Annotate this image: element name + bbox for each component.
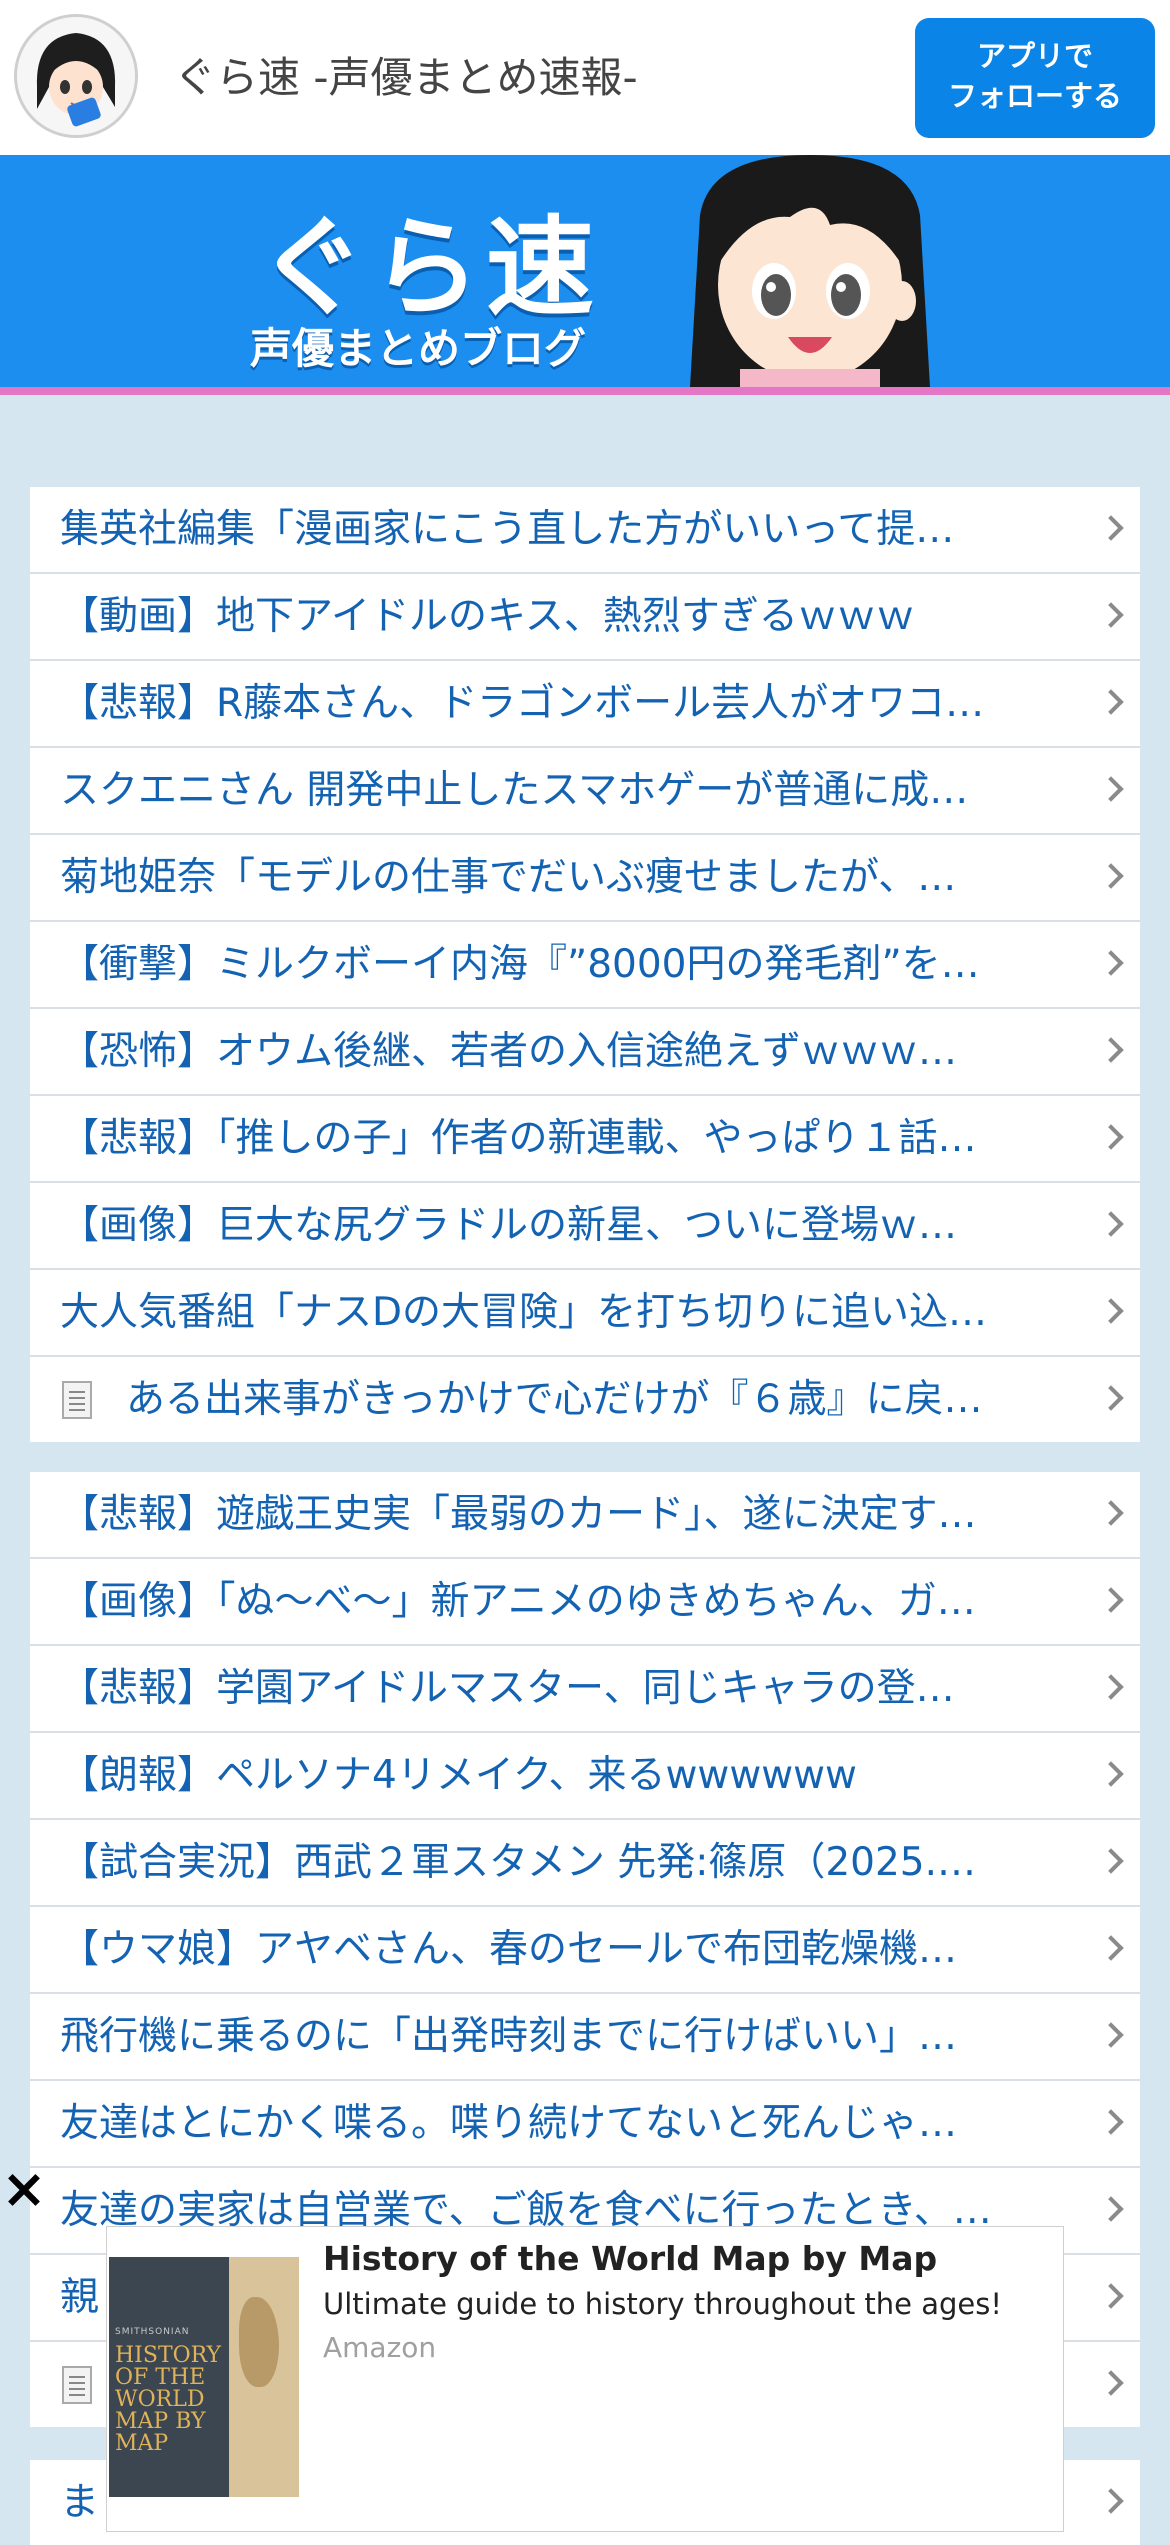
chevron-right-icon: [1098, 1674, 1124, 1700]
list-item[interactable]: 【悲報】「推しの子」作者の新連載、やっぱり１話…: [30, 1096, 1140, 1183]
document-icon: [62, 2366, 92, 2404]
list-item[interactable]: 【ウマ娘】アヤベさん、春のセールで布団乾燥機…: [30, 1907, 1140, 1994]
article-link[interactable]: 【悲報】R藤本さん、ドラゴンボール芸人がオワコ…: [60, 661, 1080, 746]
article-link[interactable]: 【衝撃】ミルクボーイ内海『”8000円の発毛剤”を…: [60, 922, 1080, 1007]
article-link[interactable]: スクエニさん 開発中止したスマホゲーが普通に成…: [60, 748, 1080, 833]
list-item[interactable]: 【画像】「ぬ〜べ〜」新アニメのゆきめちゃん、ガ…: [30, 1559, 1140, 1646]
banner-logo-text: ぐら速: [258, 206, 601, 331]
chevron-right-icon: [1098, 2109, 1124, 2135]
list-item[interactable]: 【悲報】R藤本さん、ドラゴンボール芸人がオワコ…: [30, 661, 1140, 748]
site-header: ぐら速 -声優まとめ速報- アプリで フォローする: [0, 0, 1170, 155]
chevron-right-icon: [1098, 1298, 1124, 1324]
chevron-right-icon: [1098, 1124, 1124, 1150]
article-link[interactable]: 【悲報】遊戯王史実「最弱のカード」、遂に決定す…: [60, 1472, 1080, 1557]
list-item[interactable]: 【悲報】遊戯王史実「最弱のカード」、遂に決定す…: [30, 1472, 1140, 1559]
list-item[interactable]: 飛行機に乗るのに「出発時刻までに行けばいい」…: [30, 1994, 1140, 2081]
list-item[interactable]: スクエニさん 開発中止したスマホゲーが普通に成…: [30, 748, 1140, 835]
list-item[interactable]: 【恐怖】オウム後継、若者の入信途絶えずｗｗｗ…: [30, 1009, 1140, 1096]
list-item[interactable]: 集英社編集「漫画家にこう直した方がいいって提…: [30, 487, 1140, 574]
ad-book-cover-image[interactable]: SMITHSONIAN HISTORY OF THE WORLD MAP BY …: [109, 2257, 299, 2497]
chevron-right-icon: [1098, 689, 1124, 715]
chevron-right-icon: [1098, 1211, 1124, 1237]
article-link[interactable]: 【動画】地下アイドルのキス、熱烈すぎるｗｗｗ: [60, 574, 1080, 659]
article-link[interactable]: 友達はとにかく喋る。喋り続けてないと死んじゃ…: [60, 2081, 1080, 2166]
chevron-right-icon: [1098, 2196, 1124, 2222]
chevron-right-icon: [1098, 1761, 1124, 1787]
chevron-right-icon: [1098, 2488, 1124, 2514]
article-link[interactable]: 【悲報】学園アイドルマスター、同じキャラの登…: [60, 1646, 1080, 1731]
article-link[interactable]: 【試合実況】西武２軍スタメン 先発:篠原（2025.…: [60, 1820, 1080, 1905]
avatar-character-icon: [17, 17, 135, 135]
ad-description: Ultimate guide to history throughout the…: [323, 2287, 1002, 2321]
follow-button-line2: フォローする: [947, 79, 1122, 113]
chevron-right-icon: [1098, 2370, 1124, 2396]
document-icon: [62, 1381, 92, 1419]
ad-close-icon[interactable]: ×: [0, 2162, 48, 2216]
chevron-right-icon: [1098, 1037, 1124, 1063]
site-avatar[interactable]: [14, 14, 138, 138]
chevron-right-icon: [1098, 950, 1124, 976]
article-link[interactable]: 【朗報】ペルソナ4リメイク、来るwwwwww: [60, 1733, 1080, 1818]
ad-book-title: HISTORY OF THE WORLD MAP BY MAP: [115, 2343, 222, 2456]
list-item[interactable]: 【朗報】ペルソナ4リメイク、来るwwwwww: [30, 1733, 1140, 1820]
map-illustration-icon: [229, 2257, 299, 2497]
chevron-right-icon: [1098, 2283, 1124, 2309]
ad-source: Amazon: [323, 2331, 437, 2364]
chevron-right-icon: [1098, 2022, 1124, 2048]
chevron-right-icon: [1098, 1587, 1124, 1613]
article-link[interactable]: 【ウマ娘】アヤベさん、春のセールで布団乾燥機…: [60, 1907, 1080, 1992]
article-link[interactable]: ある出来事がきっかけで心だけが『６歳』に戻…: [126, 1357, 1080, 1442]
ad-headline[interactable]: History of the World Map by Map: [323, 2239, 937, 2278]
list-item[interactable]: 友達はとにかく喋る。喋り続けてないと死んじゃ…: [30, 2081, 1140, 2168]
site-banner[interactable]: ぐら速 声優まとめブログ: [0, 155, 1170, 395]
article-link[interactable]: 【画像】「ぬ〜べ〜」新アニメのゆきめちゃん、ガ…: [60, 1559, 1080, 1644]
chevron-right-icon: [1098, 1500, 1124, 1526]
article-link[interactable]: 集英社編集「漫画家にこう直した方がいいって提…: [60, 487, 1080, 572]
list-item[interactable]: 【試合実況】西武２軍スタメン 先発:篠原（2025.…: [30, 1820, 1140, 1907]
list-item[interactable]: 【画像】巨大な尻グラドルの新星、ついに登場ｗ…: [30, 1183, 1140, 1270]
chevron-right-icon: [1098, 602, 1124, 628]
list-item[interactable]: 【衝撃】ミルクボーイ内海『”8000円の発毛剤”を…: [30, 922, 1140, 1009]
banner-character-icon: [690, 155, 930, 387]
list-item[interactable]: 大人気番組「ナスDの大冒険」を打ち切りに追い込…: [30, 1270, 1140, 1357]
article-link[interactable]: 【悲報】「推しの子」作者の新連載、やっぱり１話…: [60, 1096, 1080, 1181]
ad-banner[interactable]: SMITHSONIAN HISTORY OF THE WORLD MAP BY …: [106, 2226, 1064, 2532]
follow-button-line1: アプリで: [976, 39, 1093, 73]
list-item[interactable]: 【悲報】学園アイドルマスター、同じキャラの登…: [30, 1646, 1140, 1733]
chevron-right-icon: [1098, 1935, 1124, 1961]
list-item[interactable]: 菊地姫奈「モデルの仕事でだいぶ痩せましたが、…: [30, 835, 1140, 922]
follow-in-app-button[interactable]: アプリで フォローする: [915, 18, 1155, 138]
chevron-right-icon: [1098, 863, 1124, 889]
article-link[interactable]: 飛行機に乗るのに「出発時刻までに行けばいい」…: [60, 1994, 1080, 2079]
site-title[interactable]: ぐら速 -声優まとめ速報-: [174, 44, 638, 105]
list-item[interactable]: ある出来事がきっかけで心だけが『６歳』に戻…: [30, 1357, 1140, 1442]
chevron-right-icon: [1098, 515, 1124, 541]
chevron-right-icon: [1098, 1848, 1124, 1874]
list-item[interactable]: 【動画】地下アイドルのキス、熱烈すぎるｗｗｗ: [30, 574, 1140, 661]
banner-subtitle: 声優まとめブログ: [250, 324, 587, 373]
article-link[interactable]: 【恐怖】オウム後継、若者の入信途絶えずｗｗｗ…: [60, 1009, 1080, 1094]
article-link[interactable]: 【画像】巨大な尻グラドルの新星、ついに登場ｗ…: [60, 1183, 1080, 1268]
article-list-1: 集英社編集「漫画家にこう直した方がいいって提… 【動画】地下アイドルのキス、熱烈…: [30, 487, 1140, 1442]
chevron-right-icon: [1098, 776, 1124, 802]
ad-book-publisher: SMITHSONIAN: [115, 2327, 190, 2337]
article-link[interactable]: 菊地姫奈「モデルの仕事でだいぶ痩せましたが、…: [60, 835, 1080, 920]
banner-divider: [0, 387, 1170, 395]
article-link[interactable]: 大人気番組「ナスDの大冒険」を打ち切りに追い込…: [60, 1270, 1080, 1355]
chevron-right-icon: [1098, 1385, 1124, 1411]
